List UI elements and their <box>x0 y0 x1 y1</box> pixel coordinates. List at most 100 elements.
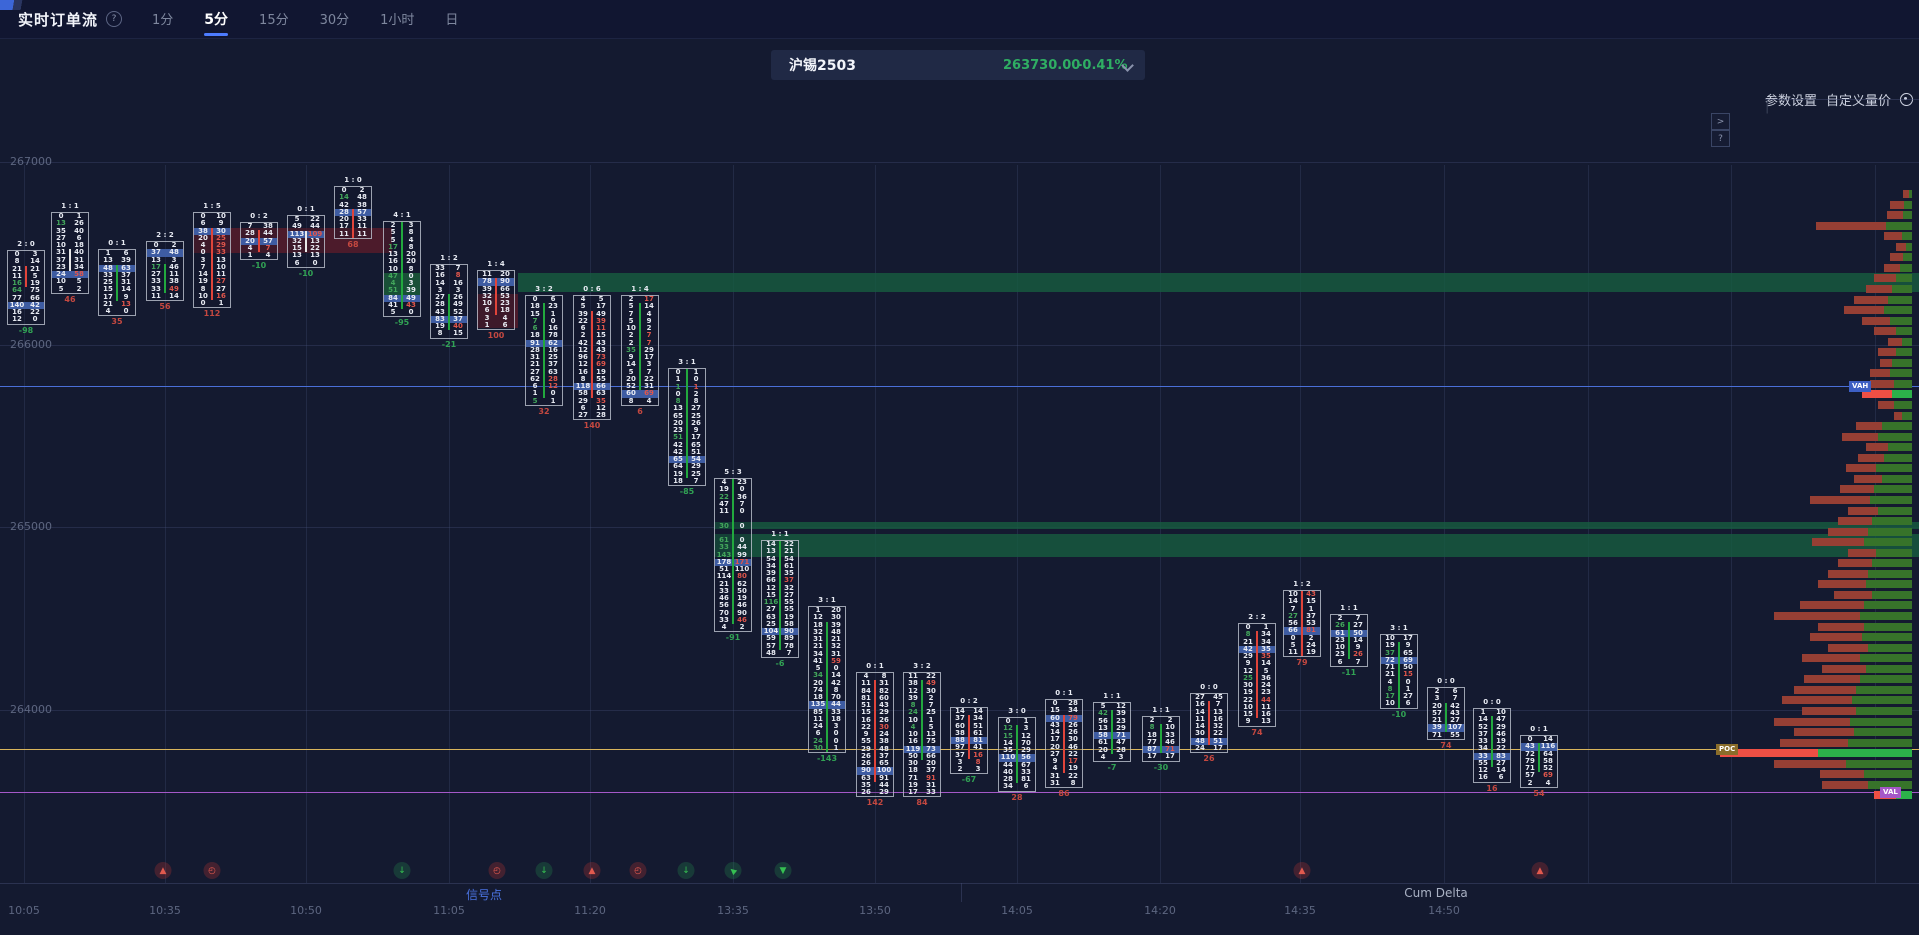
footprint-candle[interactable]: 1 : 00214484238285720331711111168 <box>334 186 372 239</box>
profile-buy-bar <box>1872 517 1912 525</box>
footprint-candle[interactable]: 3 : 112012301839324831212132343141595034… <box>808 606 846 753</box>
tab-15min[interactable]: 15分 <box>257 0 291 38</box>
signal-gauge-icon[interactable]: ◴ <box>630 862 647 879</box>
footprint-candle[interactable]: 1 : 2104314157127375653668102524111979 <box>1283 590 1321 657</box>
candle-header: 5 : 3 <box>714 468 752 476</box>
candle-row: 6681 <box>1284 627 1320 634</box>
volume-profile-row <box>1858 454 1912 462</box>
candle-header: 0 : 1 <box>856 662 894 670</box>
signal-tri-down-icon[interactable]: ▼ <box>775 862 792 879</box>
profile-buy-bar <box>1900 264 1912 272</box>
profile-sell-bar <box>1816 222 1886 230</box>
footprint-candle[interactable]: 2 : 20237481331746271133383349111456 <box>146 241 184 301</box>
signal-tri-up-icon[interactable]: ▲ <box>584 862 601 879</box>
candle-row: 1415 <box>1284 598 1320 605</box>
ask-volume: 11 <box>353 231 371 238</box>
help-icon[interactable]: ? <box>106 11 122 27</box>
candle-box: 33716814163327262849435283371940815 <box>430 264 468 339</box>
bid-volume: 11 <box>1284 649 1302 656</box>
footprint-candle[interactable]: 1 : 127262761502314109232667-11 <box>1330 614 1368 667</box>
footprint-candle[interactable]: 3 : 211223849123039287242510145101316751… <box>903 672 941 797</box>
candle-header: 1 : 5 <box>193 202 231 210</box>
footprint-candle[interactable]: 3 : 001123151214703529110564467403328813… <box>998 717 1036 792</box>
candle-row: 243 <box>809 723 845 730</box>
footprint-candle[interactable]: 5 : 342319022364771103006103344143991781… <box>714 478 752 632</box>
ask-volume: 6 <box>496 322 514 329</box>
profile-buy-bar <box>1856 707 1912 715</box>
footprint-candle[interactable]: 1 : 233716814163327262849435283371940815… <box>430 264 468 339</box>
value-zone-green <box>518 273 1919 292</box>
right-toolbar: 参数设置 | 自定义量价 <box>1765 90 1913 109</box>
candle-box: 112078903966325310236183416 <box>477 270 515 330</box>
footprint-candle[interactable]: 1 : 501069383020254290333137101411192782… <box>193 212 231 308</box>
footprint-candle[interactable]: 2 : 003814212111516196475776614042162212… <box>7 250 45 325</box>
footprint-candle[interactable]: 0 : 011014475229374633193422338355271214… <box>1473 708 1511 783</box>
footprint-candle[interactable]: 0 : 10144311672647958715257692454 <box>1520 735 1558 788</box>
volume-profile-row <box>1866 443 1912 451</box>
signal-pane-label[interactable]: 信号点 <box>466 886 502 903</box>
time-axis-label: 10:35 <box>149 904 181 917</box>
value-zone-green <box>714 534 1919 557</box>
footprint-candle[interactable]: 3 : 206182315170616187891622816312521372… <box>525 295 563 406</box>
signal-gauge-icon[interactable]: ◴ <box>489 862 506 879</box>
footprint-candle[interactable]: 0 : 148113184828160514315291626223092455… <box>856 672 894 797</box>
signal-gauge-icon[interactable]: ◴ <box>204 862 221 879</box>
signal-tri-up-icon[interactable]: ▲ <box>1294 862 1311 879</box>
footprint-candle[interactable]: 1 : 101132635402761018314037312334245810… <box>51 212 89 294</box>
candle-row: 815 <box>431 330 467 337</box>
candle-row: 10 <box>526 390 562 397</box>
candle-row: 2115 <box>1381 671 1417 678</box>
volume-profile-row <box>1774 612 1912 620</box>
footprint-candle[interactable]: 2 : 201834213442352935914125253630241923… <box>1238 623 1276 727</box>
footprint-candle[interactable]: 1 : 114221321545434613935663712321527116… <box>761 540 799 658</box>
footprint-candle[interactable]: 0 : 102815346079432614261730204627229174… <box>1045 699 1083 788</box>
footprint-candle[interactable]: 1 : 421751474591022727352991714357202252… <box>621 295 659 406</box>
candle-row: 67 <box>1331 659 1367 666</box>
profile-sell-bar <box>1774 718 1850 726</box>
volume-profile-row <box>1828 644 1912 652</box>
candle-delta: -85 <box>668 487 706 496</box>
signal-arrow-down-icon[interactable]: ↓ <box>394 862 411 879</box>
footprint-candle[interactable]: 3 : 11017199376572697150211540811727106-… <box>1380 634 1418 709</box>
signal-arrow-down-icon[interactable]: ↓ <box>678 862 695 879</box>
ask-volume: 8 <box>1064 780 1082 787</box>
footprint-candle[interactable]: 1 : 4112078903966325310236183416100 <box>477 270 515 330</box>
footprint-candle[interactable]: 1 : 1228101833774687711717-30 <box>1142 716 1180 762</box>
signal-tri-up-icon[interactable]: ▲ <box>155 862 172 879</box>
candle-header: 1 : 1 <box>761 530 799 538</box>
panel-help-button[interactable]: ? <box>1711 130 1730 147</box>
signal-tri-up-icon[interactable]: ▲ <box>1532 862 1549 879</box>
footprint-candle[interactable]: 0 : 0263720425743212739107715574 <box>1427 687 1465 740</box>
footprint-candle[interactable]: 0 : 0274516714131116143230224851241726 <box>1190 693 1228 753</box>
ask-volume: 15 <box>449 330 467 337</box>
tab-30min[interactable]: 30分 <box>318 0 352 38</box>
tab-1min[interactable]: 1分 <box>150 0 175 38</box>
footprint-candle[interactable]: 1 : 151242395623132958716147202843-7 <box>1093 702 1131 762</box>
footprint-candle[interactable]: 0 : 645517394922396112154243124396731269… <box>573 295 611 420</box>
profile-buy-bar <box>1856 686 1912 694</box>
footprint-candle[interactable]: 0 : 2738284420574714-10 <box>240 222 278 260</box>
candle-row: 470 <box>384 273 420 280</box>
profile-buy-bar <box>1866 665 1912 673</box>
symbol-selector[interactable]: 沪锡2503 263730.00 -0.41% <box>771 50 1145 80</box>
footprint-candle[interactable]: 4 : 123585417813201620108470435139844941… <box>383 221 421 317</box>
collapse-panel-button[interactable]: > <box>1711 113 1730 130</box>
profile-sell-bar <box>1780 739 1848 747</box>
gauge-glyph: ◴ <box>634 866 642 876</box>
volume-profile-row <box>1878 401 1912 409</box>
tab-day[interactable]: 日 <box>443 0 460 38</box>
candle-header: 0 : 1 <box>287 205 325 213</box>
bid-volume: 9 <box>1239 718 1257 725</box>
signal-arrow-down-icon[interactable]: ↓ <box>536 862 553 879</box>
signal-pointer-icon[interactable]: ▲ <box>725 862 742 879</box>
tab-1hour[interactable]: 1小时 <box>378 0 416 38</box>
footprint-candle[interactable]: 0 : 1161339486333372531151417921134035 <box>98 249 136 316</box>
footprint-candle[interactable]: 0 : 214143734605138618881974137163823-67 <box>950 707 988 774</box>
footprint-candle[interactable]: 3 : 101101102881327652520262395117426542… <box>668 368 706 486</box>
candle-row: 10 <box>669 376 705 383</box>
cum-delta-pane-label[interactable]: Cum Delta <box>1404 886 1468 900</box>
ask-volume: 1 <box>544 398 562 405</box>
tab-5min[interactable]: 5分 <box>202 0 230 38</box>
footprint-candle[interactable]: 0 : 1522494411310932131522131360-10 <box>287 215 325 268</box>
candle-box: 738284420574714 <box>240 222 278 260</box>
